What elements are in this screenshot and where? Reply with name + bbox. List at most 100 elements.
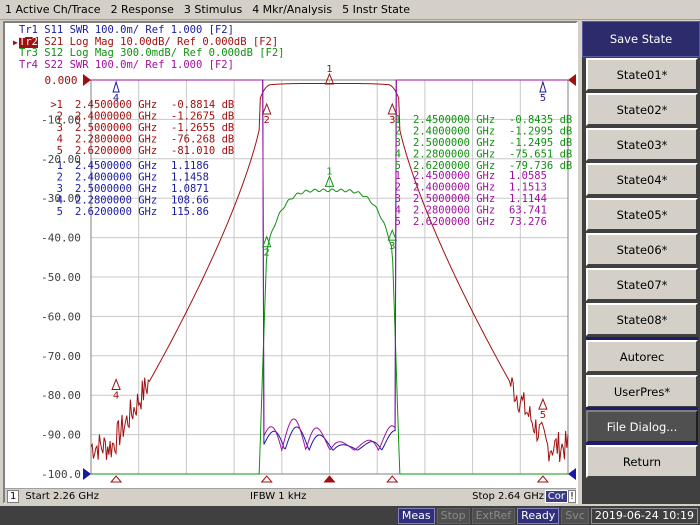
marker-table-index: 2 [57, 172, 63, 184]
state04-button[interactable]: State04* [586, 163, 698, 196]
trace-header-tr4[interactable]: Tr4 S22 SWR 100.0m/ Ref 1.000 [F2] [13, 59, 285, 72]
userpres-button[interactable]: UserPres* [586, 375, 698, 408]
y-axis-label: -60.00 [41, 310, 81, 323]
trace-id: Tr1 [19, 24, 38, 36]
marker-table-frequency: 2.4000000 GHz [75, 172, 157, 184]
marker-label: 2 [264, 115, 270, 126]
state08-button[interactable]: State08* [586, 303, 698, 336]
trace-header-tr1[interactable]: Tr1 S11 SWR 100.0m/ Ref 1.000 [F2] [13, 24, 285, 37]
y-axis-label: -50.00 [41, 271, 81, 284]
state02-button[interactable]: State02* [586, 93, 698, 126]
marker-table-index: 3 [395, 193, 401, 205]
trace-header: Tr1 S11 SWR 100.0m/ Ref 1.000 [F2] ▶ Tr2 S… [13, 24, 285, 72]
state05-button[interactable]: State05* [586, 198, 698, 231]
state03-button[interactable]: State03* [586, 128, 698, 161]
file-dialog-button[interactable]: File Dialog... [586, 410, 698, 443]
menu-mkr-analysis[interactable]: 4 Mkr/Analysis [247, 3, 337, 16]
marker-table-frequency: 2.6200000 GHz [75, 145, 157, 157]
marker-table-index: 3 [57, 122, 63, 134]
state01-button[interactable]: State01* [586, 58, 698, 91]
marker-label: 4 [113, 390, 119, 401]
marker-table-frequency: 2.5000000 GHz [75, 183, 157, 195]
marker-icon[interactable] [387, 228, 398, 241]
marker-table-index: >1 [50, 99, 63, 111]
stimulus-marker-icon[interactable] [386, 475, 399, 483]
marker-table-index: 5 [395, 216, 401, 228]
autorec-button[interactable]: Autorec [586, 340, 698, 373]
marker-table-value: 1.1458 [171, 172, 209, 184]
marker-table-value: 1.1513 [509, 182, 547, 194]
marker-table-frequency: 2.5000000 GHz [413, 193, 495, 205]
marker-table-index: 3 [395, 137, 401, 149]
marker-table-value: -1.2675 dB [171, 111, 234, 123]
trace-header-tr3[interactable]: Tr3 S12 Log Mag 300.0mdB/ Ref 0.000dB [F… [13, 47, 285, 60]
marker-label: 1 [326, 64, 332, 75]
marker-table-value: -1.2995 dB [509, 126, 572, 138]
datetime: 2019-06-24 10:19 [590, 507, 698, 524]
state06-button[interactable]: State06* [586, 233, 698, 266]
marker-table-index: 1 [395, 170, 401, 182]
extref-indicator: ExtRef [471, 507, 516, 524]
trace-settings: S11 SWR 100.0m/ Ref 1.000 [F2] [37, 24, 234, 36]
marker-table-value: 1.0871 [171, 183, 209, 195]
stop-frequency[interactable]: Stop 2.64 GHz [472, 491, 544, 502]
marker-table-index: 4 [57, 195, 63, 207]
marker-table-value: 1.1186 [171, 160, 209, 172]
marker-table-index: 5 [57, 145, 63, 157]
menu-instr-state[interactable]: 5 Instr State [337, 3, 415, 16]
marker-table-value: 1.0585 [509, 170, 547, 182]
start-frequency[interactable]: Start 2.26 GHz [25, 491, 99, 502]
menu-response[interactable]: 2 Response [106, 3, 179, 16]
marker-table-value: -0.8435 dB [509, 114, 572, 126]
y-axis-label: -70.00 [41, 350, 81, 363]
marker-table-frequency: 2.2800000 GHz [75, 195, 157, 207]
ref-level-marker-icon [568, 468, 576, 480]
return-button[interactable]: Return [586, 445, 698, 478]
svc-indicator: Svc [561, 507, 589, 524]
y-axis-label: 0.000 [44, 74, 77, 87]
marker-label: 2 [264, 248, 270, 259]
marker-table-value: 1.1144 [509, 193, 547, 205]
y-axis-label: -100.0 [41, 468, 81, 481]
correction-badge: Cor [544, 490, 568, 503]
marker-icon[interactable] [539, 80, 547, 93]
stimulus-marker-icon[interactable] [536, 475, 549, 483]
menu-active-ch-trace[interactable]: 1 Active Ch/Trace [0, 3, 106, 16]
marker-table-value: 115.86 [171, 206, 209, 218]
ref-level-marker-icon [83, 74, 91, 86]
marker-table-frequency: 2.4500000 GHz [413, 170, 495, 182]
trace-id: Tr3 [19, 47, 38, 59]
marker-icon[interactable] [261, 102, 272, 115]
marker-table-frequency: 2.4000000 GHz [413, 182, 495, 194]
marker-icon[interactable] [111, 378, 121, 390]
marker-table-frequency: 2.2800000 GHz [75, 134, 157, 146]
marker-table-value: -1.2495 dB [509, 137, 572, 149]
marker-table-index: 5 [57, 206, 63, 218]
stimulus-marker-icon[interactable] [110, 475, 123, 483]
trace-settings: S12 Log Mag 300.0mdB/ Ref 0.000dB [F2] [37, 47, 285, 59]
meas-indicator: Meas [397, 507, 435, 524]
marker-table-frequency: 2.4500000 GHz [413, 114, 495, 126]
marker-table-index: 2 [395, 126, 401, 138]
marker-table-index: 4 [57, 134, 63, 146]
marker-table-frequency: 2.4000000 GHz [75, 111, 157, 123]
menu-bar: 1 Active Ch/Trace 2 Response 3 Stimulus … [0, 0, 700, 20]
channel-window[interactable]: 0.000 -10.00 -20.00 -30.00 -40.00 -50.00 -60.0… [3, 21, 578, 504]
marker-table-frequency: 2.6200000 GHz [75, 206, 157, 218]
ifbw[interactable]: IFBW 1 kHz [250, 491, 306, 502]
marker-table-value: -1.2655 dB [171, 122, 234, 134]
state07-button[interactable]: State07* [586, 268, 698, 301]
ready-indicator: Ready [517, 507, 560, 524]
menu-stimulus[interactable]: 3 Stimulus [179, 3, 247, 16]
marker-table-value: 108.66 [171, 195, 209, 207]
stimulus-marker-icon[interactable] [323, 475, 336, 483]
plot-area[interactable]: 0.000-10.00-20.00-30.00-40.00-50.00-60.0… [5, 23, 576, 488]
marker-table-index: 3 [57, 183, 63, 195]
marker-icon[interactable] [538, 397, 548, 410]
marker-table-index: 2 [57, 111, 63, 123]
marker-icon[interactable] [387, 102, 398, 115]
ref-level-marker-icon [568, 74, 576, 86]
stop-indicator: Stop [436, 507, 470, 524]
stimulus-marker-icon[interactable] [260, 475, 273, 483]
marker-icon[interactable] [112, 80, 120, 93]
